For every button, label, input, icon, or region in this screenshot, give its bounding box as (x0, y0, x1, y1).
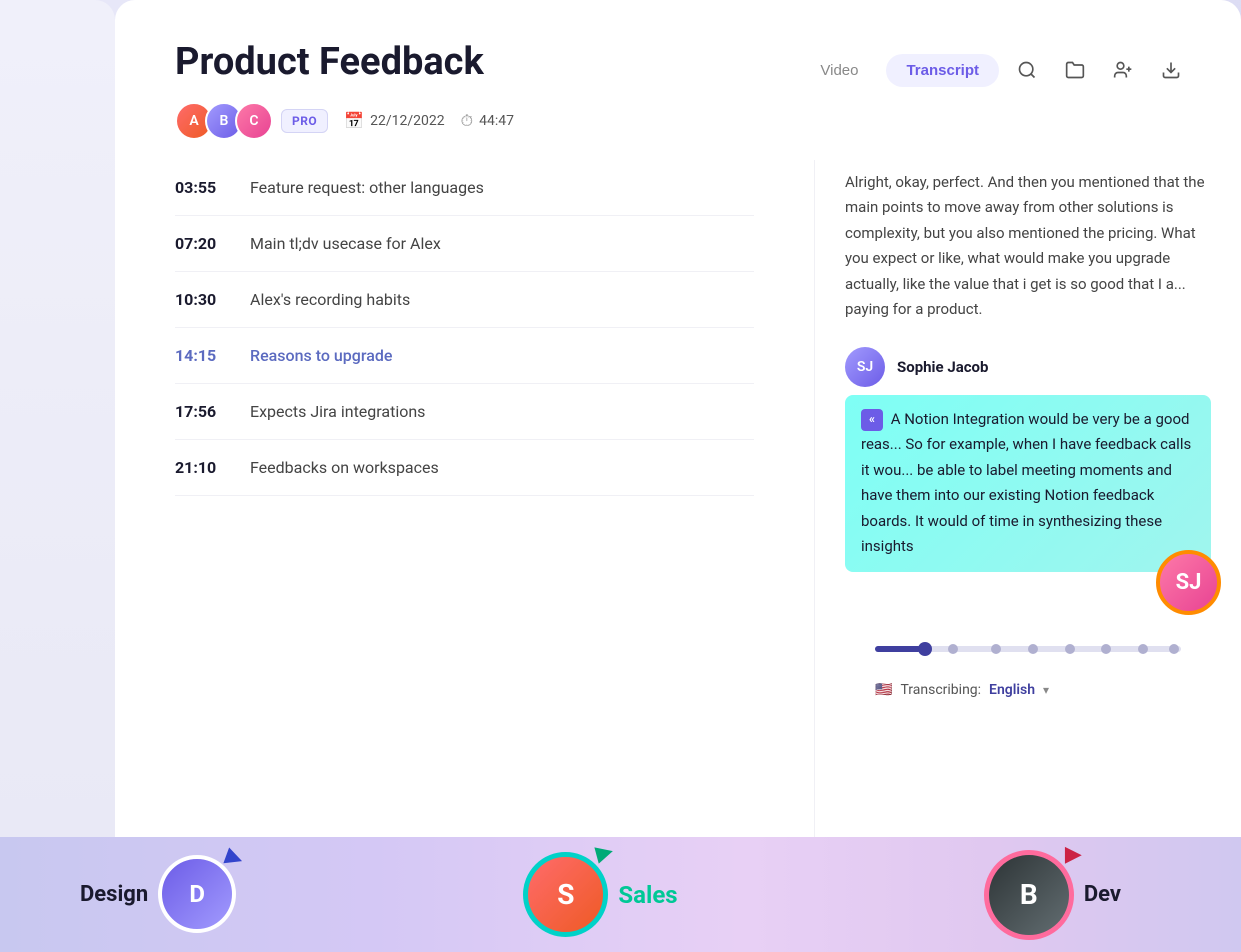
chapter-item[interactable]: 17:56 Expects Jira integrations (175, 384, 754, 440)
chevron-down-icon[interactable]: ▾ (1043, 683, 1049, 697)
transcript-panel: Alright, okay, perfect. And then you men… (815, 160, 1241, 860)
chapter-item[interactable]: 10:30 Alex's recording habits (175, 272, 754, 328)
search-button[interactable] (1007, 50, 1047, 90)
bottom-section: Design ▶ D ▶ S Sales ▶ B Dev (0, 837, 1241, 952)
persona-avatar-sales: ▶ S (523, 852, 608, 937)
calendar-icon: 📅 (344, 111, 364, 130)
transcript-paragraph: Alright, okay, perfect. And then you men… (845, 160, 1211, 323)
date-value: 22/12/2022 (370, 113, 445, 129)
download-icon (1161, 60, 1181, 80)
chapter-title: Feature request: other languages (250, 178, 484, 197)
progress-bar-container[interactable] (845, 626, 1211, 672)
add-user-button[interactable] (1103, 50, 1143, 90)
arrow-icon-green: ▶ (593, 838, 616, 867)
chapter-item[interactable]: 07:20 Main tl;dv usecase for Alex (175, 216, 754, 272)
chapter-item[interactable]: 14:15 Reasons to upgrade (175, 328, 754, 384)
persona-sales-group: ▶ S Sales (427, 852, 774, 937)
search-icon (1017, 60, 1037, 80)
add-user-icon (1113, 60, 1133, 80)
speaker-row: SJ Sophie Jacob (845, 347, 1211, 387)
content-area: 03:55 Feature request: other languages 0… (115, 160, 1241, 860)
avatar-3: C (235, 102, 273, 140)
floating-avatar: SJ (1156, 550, 1221, 615)
header-right: Video Transcript (800, 50, 1191, 90)
speaker-avatar: SJ (845, 347, 885, 387)
chapter-time: 03:55 (175, 178, 230, 197)
persona-label-sales: Sales (618, 881, 677, 909)
language-link[interactable]: English (989, 682, 1035, 698)
clock-icon: ⏱ (461, 111, 473, 131)
persona-avatar-dev: ▶ B (984, 850, 1074, 940)
chapters-panel: 03:55 Feature request: other languages 0… (115, 160, 815, 860)
progress-fill (875, 646, 921, 652)
persona-avatar-design: ▶ D (158, 855, 238, 935)
progress-dot (991, 644, 1001, 654)
quote-bracket-icon: « (861, 409, 883, 431)
page-title: Product Feedback (175, 40, 514, 86)
progress-dot (1065, 644, 1075, 654)
arrow-icon: ▶ (223, 842, 247, 871)
progress-track (875, 646, 1181, 652)
arrow-icon-pink: ▶ (1065, 842, 1082, 867)
duration-meta: ⏱ 44:47 (461, 111, 514, 131)
tab-transcript[interactable]: Transcript (886, 54, 999, 87)
flag-icon: 🇺🇸 (875, 682, 892, 698)
progress-dot (1169, 644, 1179, 654)
chapter-time-highlight: 14:15 (175, 346, 230, 365)
progress-dot (1028, 644, 1038, 654)
chapter-title-highlight: Reasons to upgrade (250, 346, 392, 365)
chapter-title: Feedbacks on workspaces (250, 458, 439, 477)
speaker-block: SJ Sophie Jacob « A Notion Integration w… (845, 347, 1211, 610)
persona-design-group: Design ▶ D (80, 855, 427, 935)
chapter-time: 21:10 (175, 458, 230, 477)
date-meta: 📅 22/12/2022 (344, 111, 444, 130)
progress-dot (948, 644, 958, 654)
speaker-name: Sophie Jacob (897, 358, 988, 376)
tab-video[interactable]: Video (800, 54, 878, 87)
language-row: 🇺🇸 Transcribing: English ▾ (845, 672, 1211, 708)
chapter-item[interactable]: 03:55 Feature request: other languages (175, 160, 754, 216)
chapter-item[interactable]: 21:10 Feedbacks on workspaces (175, 440, 754, 496)
progress-dot (1138, 644, 1148, 654)
transcribing-label: Transcribing: (900, 682, 981, 698)
chapter-time: 07:20 (175, 234, 230, 253)
persona-label-design: Design (80, 882, 148, 907)
persona-label-dev: Dev (1084, 882, 1121, 907)
pro-badge: PRO (281, 109, 328, 133)
chapter-title: Main tl;dv usecase for Alex (250, 234, 441, 253)
avatars: A B C (175, 102, 265, 140)
progress-dot (1101, 644, 1111, 654)
main-card: Product Feedback A B C PRO 📅 22/12/2022 … (115, 0, 1241, 860)
highlighted-transcript: « A Notion Integration would be very be … (845, 395, 1211, 572)
chapter-title: Expects Jira integrations (250, 402, 425, 421)
avatar-dev: B (984, 850, 1074, 940)
meta-row: A B C PRO 📅 22/12/2022 ⏱ 44:47 (175, 102, 514, 140)
persona-dev-group: ▶ B Dev (774, 850, 1161, 940)
sidebar (0, 0, 115, 952)
chapter-time: 10:30 (175, 290, 230, 309)
folder-icon (1065, 60, 1085, 80)
duration-value: 44:47 (479, 113, 514, 129)
header: Product Feedback A B C PRO 📅 22/12/2022 … (115, 0, 1241, 160)
header-left: Product Feedback A B C PRO 📅 22/12/2022 … (175, 40, 514, 140)
chapter-time: 17:56 (175, 402, 230, 421)
progress-dot-active (918, 642, 932, 656)
avatar-sales: S (523, 852, 608, 937)
download-button[interactable] (1151, 50, 1191, 90)
chapter-title: Alex's recording habits (250, 290, 410, 309)
folder-button[interactable] (1055, 50, 1095, 90)
